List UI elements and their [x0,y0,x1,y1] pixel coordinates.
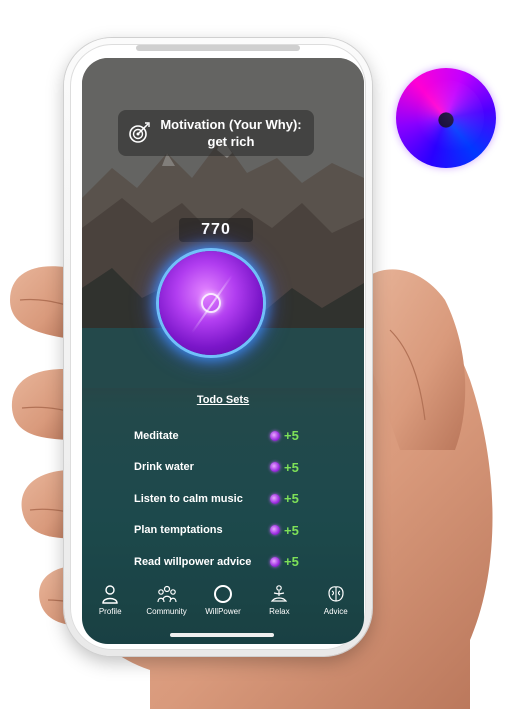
tab-profile[interactable]: Profile [83,584,137,630]
tab-label: WillPower [205,607,241,616]
list-item[interactable]: Meditate +5 [134,420,304,452]
list-item[interactable]: Plan temptations +5 [134,515,304,547]
todo-label: Read willpower advice [134,555,252,568]
coin-icon [270,556,280,567]
coin-icon [270,493,280,504]
todo-reward: +5 [284,491,299,507]
todo-label: Plan temptations [134,524,223,537]
phone-speaker [136,45,300,51]
todo-label: Meditate [134,429,179,442]
todo-reward: +5 [284,428,299,444]
home-indicator[interactable] [170,633,274,637]
coin-icon [270,525,280,536]
bottom-tab-bar: Profile Community WillPower Relax Advice [82,584,364,630]
target-icon [129,122,150,143]
person-icon [102,585,118,604]
tab-label: Profile [98,607,122,616]
tab-willpower[interactable]: WillPower [196,584,250,630]
todo-reward: +5 [284,554,299,570]
tab-relax[interactable]: Relax [252,584,306,630]
todo-reward: +5 [284,522,299,538]
app-screen: Motivation (Your Why): get rich 770 Todo… [82,58,364,644]
app-logo-icon [396,68,496,168]
tab-label: Community [146,607,187,616]
list-item[interactable]: Read willpower advice +5 [134,546,304,578]
tab-label: Advice [323,607,348,616]
coin-icon [270,462,280,473]
tab-community[interactable]: Community [140,584,194,630]
brain-icon [328,586,344,602]
circle-icon [213,585,232,603]
motivation-text: Motivation (Your Why): get rich [160,117,302,149]
todo-reward: +5 [284,459,299,475]
todo-label: Listen to calm music [134,492,243,505]
orb-center-ring [201,293,221,313]
willpower-score: 770 [179,218,253,242]
motivation-banner[interactable]: Motivation (Your Why): get rich [118,110,314,156]
todo-sets-link[interactable]: Todo Sets [82,394,364,406]
people-icon [156,585,177,603]
tab-advice[interactable]: Advice [309,584,363,630]
tab-label: Relax [269,607,290,616]
willpower-orb[interactable] [159,251,263,355]
coin-icon [270,430,280,441]
list-item[interactable]: Listen to calm music +5 [134,483,304,515]
todo-list: Meditate +5 Drink water +5 Listen to cal… [134,420,304,578]
list-item[interactable]: Drink water +5 [134,452,304,484]
todo-label: Drink water [134,461,194,474]
meditation-icon [271,585,288,602]
